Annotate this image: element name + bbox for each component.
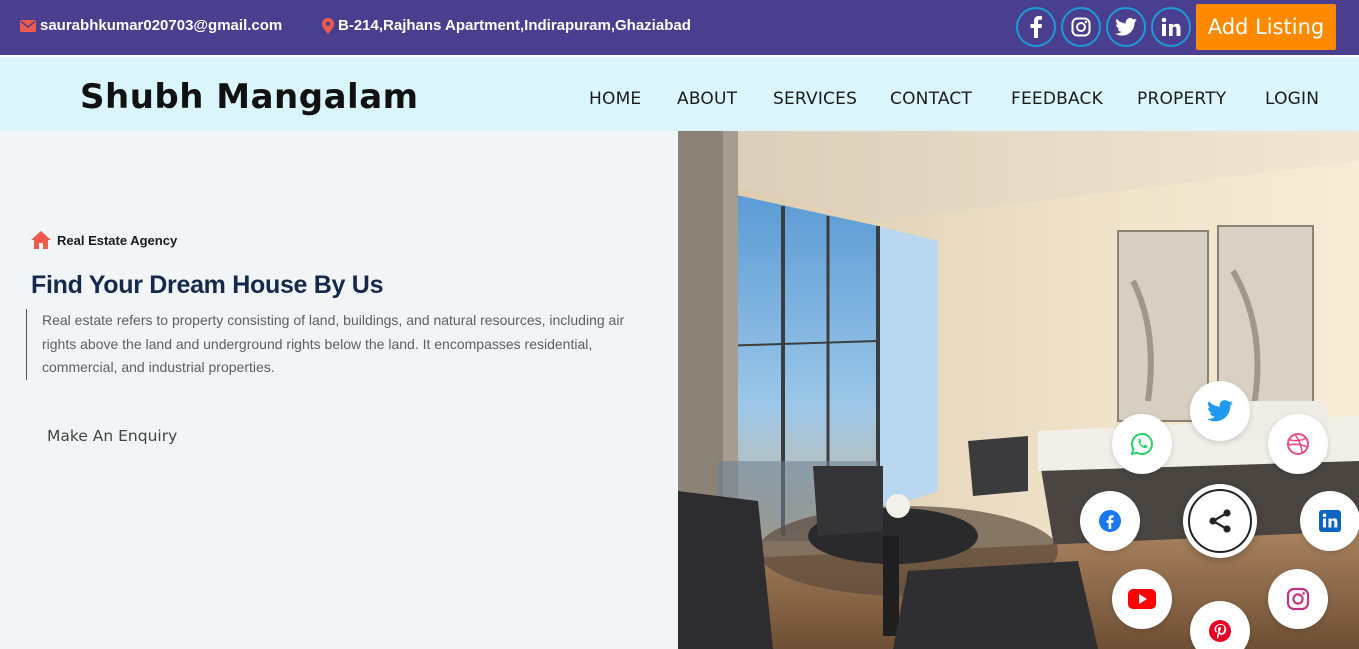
main-navbar: Shubh Mangalam HOME ABOUT SERVICES CONTA… xyxy=(0,57,1359,131)
top-bar: saurabhkumar020703@gmail.com B-214,Rajha… xyxy=(0,0,1359,55)
nav-home[interactable]: HOME xyxy=(589,89,641,109)
hero-tag-label: Real Estate Agency xyxy=(57,232,178,248)
brand-logo[interactable]: Shubh Mangalam xyxy=(80,77,419,117)
twitter-icon[interactable] xyxy=(1106,7,1146,47)
email-text: saurabhkumar020703@gmail.com xyxy=(40,17,283,34)
share-linkedin-icon[interactable] xyxy=(1300,491,1359,551)
facebook-icon[interactable] xyxy=(1016,7,1056,47)
linkedin-icon[interactable] xyxy=(1151,7,1191,47)
hero-image xyxy=(678,131,1359,649)
hero-headline: Find Your Dream House By Us xyxy=(31,271,384,299)
envelope-icon xyxy=(20,19,36,32)
nav-contact[interactable]: CONTACT xyxy=(890,89,972,109)
nav-login[interactable]: LOGIN xyxy=(1265,89,1319,109)
share-toggle-button[interactable] xyxy=(1183,484,1257,558)
make-enquiry-button[interactable]: Make An Enquiry xyxy=(47,427,177,445)
share-icon xyxy=(1188,489,1252,553)
share-instagram-icon[interactable] xyxy=(1268,569,1328,629)
address-text: B-214,Rajhans Apartment,Indirapuram,Ghaz… xyxy=(338,17,691,34)
nav-property[interactable]: PROPERTY xyxy=(1137,89,1226,109)
nav-about[interactable]: ABOUT xyxy=(677,89,737,109)
nav-services[interactable]: SERVICES xyxy=(773,89,857,109)
hero-tag: Real Estate Agency xyxy=(31,231,177,249)
share-dribbble-icon[interactable] xyxy=(1268,414,1328,474)
share-twitter-icon[interactable] xyxy=(1190,381,1250,441)
add-listing-button[interactable]: Add Listing xyxy=(1196,4,1336,50)
bedroom-photo xyxy=(678,131,1359,649)
hero-description: Real estate refers to property consistin… xyxy=(26,309,646,380)
share-youtube-icon[interactable] xyxy=(1112,569,1172,629)
email-contact[interactable]: saurabhkumar020703@gmail.com xyxy=(20,17,282,34)
share-facebook-icon[interactable] xyxy=(1080,491,1140,551)
home-icon xyxy=(31,231,51,249)
nav-feedback[interactable]: FEEDBACK xyxy=(1011,89,1103,109)
instagram-icon[interactable] xyxy=(1061,7,1101,47)
address-contact: B-214,Rajhans Apartment,Indirapuram,Ghaz… xyxy=(322,17,691,34)
map-pin-icon xyxy=(322,17,334,34)
share-whatsapp-icon[interactable] xyxy=(1112,414,1172,474)
hero-text-panel: Real Estate Agency Find Your Dream House… xyxy=(0,131,678,649)
